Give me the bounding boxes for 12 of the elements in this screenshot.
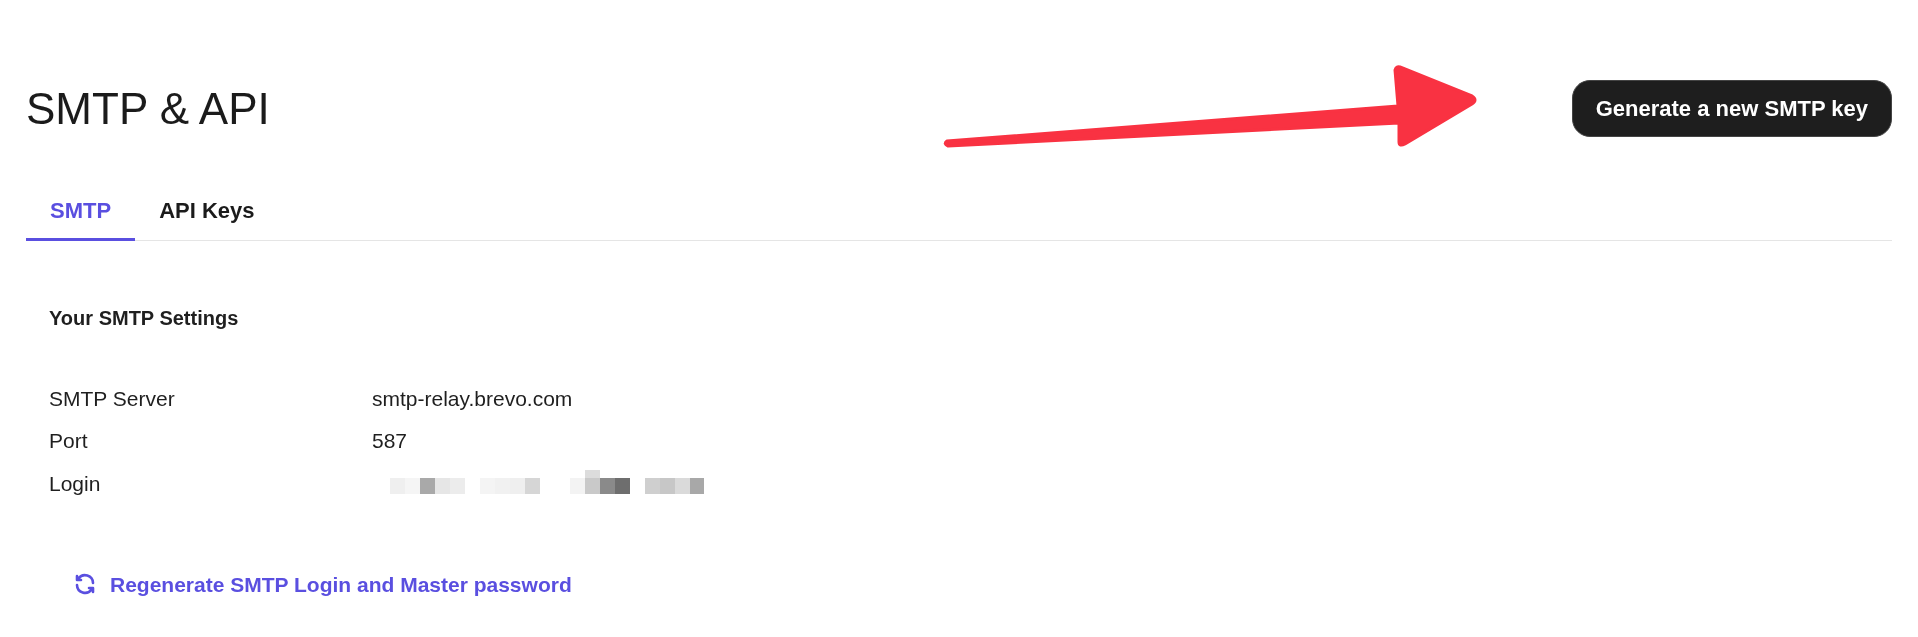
- generate-key-button[interactable]: Generate a new SMTP key: [1571, 80, 1892, 137]
- section-heading: Your SMTP Settings: [49, 306, 240, 331]
- tab[interactable]: SMTP: [26, 183, 136, 241]
- setting-label: Login: [49, 470, 102, 497]
- refresh-icon: [73, 572, 97, 597]
- tab[interactable]: API Keys: [135, 183, 279, 241]
- setting-label: SMTP Server: [49, 385, 176, 412]
- setting-label: Port: [49, 428, 89, 454]
- page-title: SMTP & API: [26, 83, 270, 135]
- setting-value: smtp-relay.brevo.com: [372, 385, 573, 412]
- setting-value: 587: [372, 428, 408, 454]
- regenerate-link[interactable]: Regenerate SMTP Login and Master password: [73, 568, 572, 600]
